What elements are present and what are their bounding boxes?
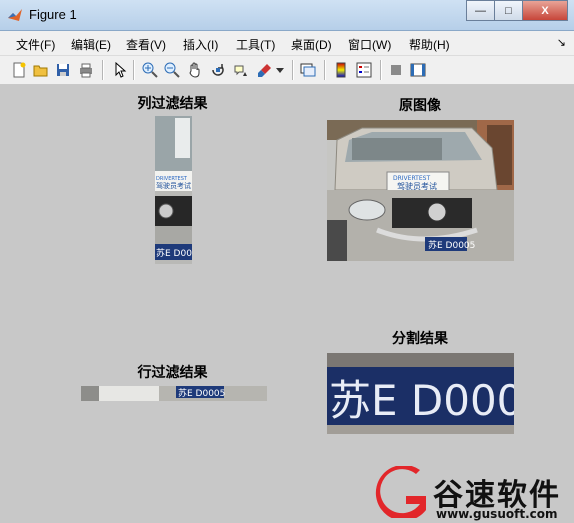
maximize-icon: □ bbox=[505, 4, 512, 17]
rotate-3d-icon[interactable] bbox=[208, 60, 228, 80]
legend-icon[interactable] bbox=[354, 60, 374, 80]
dock-arrow-icon[interactable]: ↘ bbox=[557, 36, 566, 49]
save-icon[interactable] bbox=[53, 60, 73, 80]
print-icon[interactable] bbox=[76, 60, 96, 80]
maximize-button[interactable]: □ bbox=[494, 0, 523, 21]
svg-text:DRIVERTEST: DRIVERTEST bbox=[393, 175, 430, 182]
data-cursor-icon[interactable] bbox=[231, 60, 251, 80]
menu-help[interactable]: 帮助(H) bbox=[409, 36, 450, 53]
watermark-url: www.gusuoft.com bbox=[436, 507, 558, 521]
select-arrow-icon[interactable] bbox=[110, 60, 130, 80]
matlab-icon bbox=[8, 9, 22, 21]
col-filter-title: 列过滤结果 bbox=[137, 96, 208, 112]
colorbar-icon[interactable] bbox=[331, 60, 351, 80]
menu-tools[interactable]: 工具(T) bbox=[236, 36, 275, 53]
menu-file[interactable]: 文件(F) bbox=[16, 36, 55, 53]
col-filter-image: DRIVERTEST 驾驶员考试 苏E D0005 bbox=[155, 116, 192, 264]
segment-image: 苏E D0009 bbox=[327, 353, 514, 434]
link-plot-icon[interactable] bbox=[298, 60, 318, 80]
menu-window[interactable]: 窗口(W) bbox=[348, 36, 391, 53]
col-filter-sign-text: 驾驶员考试 bbox=[156, 181, 191, 190]
window-title: Figure 1 bbox=[29, 7, 77, 22]
original-title: 原图像 bbox=[399, 98, 441, 114]
toolbar-separator bbox=[292, 60, 294, 80]
minimize-button[interactable]: — bbox=[466, 0, 495, 21]
row-filter-title: 行过滤结果 bbox=[137, 365, 208, 381]
zoom-out-icon[interactable] bbox=[162, 60, 182, 80]
toolbar-separator bbox=[380, 60, 382, 80]
title-bar[interactable]: Figure 1 — □ X bbox=[0, 0, 574, 31]
menu-view[interactable]: 查看(V) bbox=[126, 36, 166, 53]
menu-bar: 文件(F) 编辑(E) 查看(V) 插入(I) 工具(T) 桌面(D) 窗口(W… bbox=[0, 31, 574, 56]
pan-hand-icon[interactable] bbox=[185, 60, 205, 80]
figure-window: Figure 1 — □ X 文件(F) 编辑(E) 查看(V) 插入(I) 工… bbox=[0, 0, 574, 523]
close-icon: X bbox=[541, 4, 549, 17]
menu-insert[interactable]: 插入(I) bbox=[183, 36, 218, 53]
brush-dropdown-icon[interactable] bbox=[274, 60, 286, 80]
original-plate-text: 苏E D0005 bbox=[428, 239, 475, 251]
row-filter-image: 苏E D0005 bbox=[81, 386, 267, 401]
minimize-icon: — bbox=[475, 4, 486, 17]
col-filter-plate-text: 苏E D0005 bbox=[156, 247, 192, 259]
original-sign-text: 驾驶员考试 bbox=[397, 181, 437, 191]
open-file-icon[interactable] bbox=[31, 60, 51, 80]
menu-desktop[interactable]: 桌面(D) bbox=[291, 36, 332, 53]
original-image: DRIVERTEST 驾驶员考试 苏E D0005 bbox=[327, 120, 514, 261]
row-filter-plate-text: 苏E D0005 bbox=[178, 387, 225, 399]
hide-plot-tools-icon[interactable] bbox=[386, 60, 406, 80]
show-plot-tools-icon[interactable] bbox=[408, 60, 428, 80]
toolbar-separator bbox=[102, 60, 104, 80]
toolbar-separator bbox=[324, 60, 326, 80]
toolbar-separator bbox=[133, 60, 135, 80]
menu-edit[interactable]: 编辑(E) bbox=[71, 36, 111, 53]
segment-title: 分割结果 bbox=[392, 331, 448, 347]
watermark-logo bbox=[375, 466, 426, 518]
segment-plate-text: 苏E D0009 bbox=[329, 376, 514, 425]
brush-icon[interactable] bbox=[255, 60, 275, 80]
figure-toolbar bbox=[0, 56, 574, 85]
close-button[interactable]: X bbox=[522, 0, 568, 21]
new-figure-icon[interactable] bbox=[9, 60, 29, 80]
zoom-in-icon[interactable] bbox=[140, 60, 160, 80]
